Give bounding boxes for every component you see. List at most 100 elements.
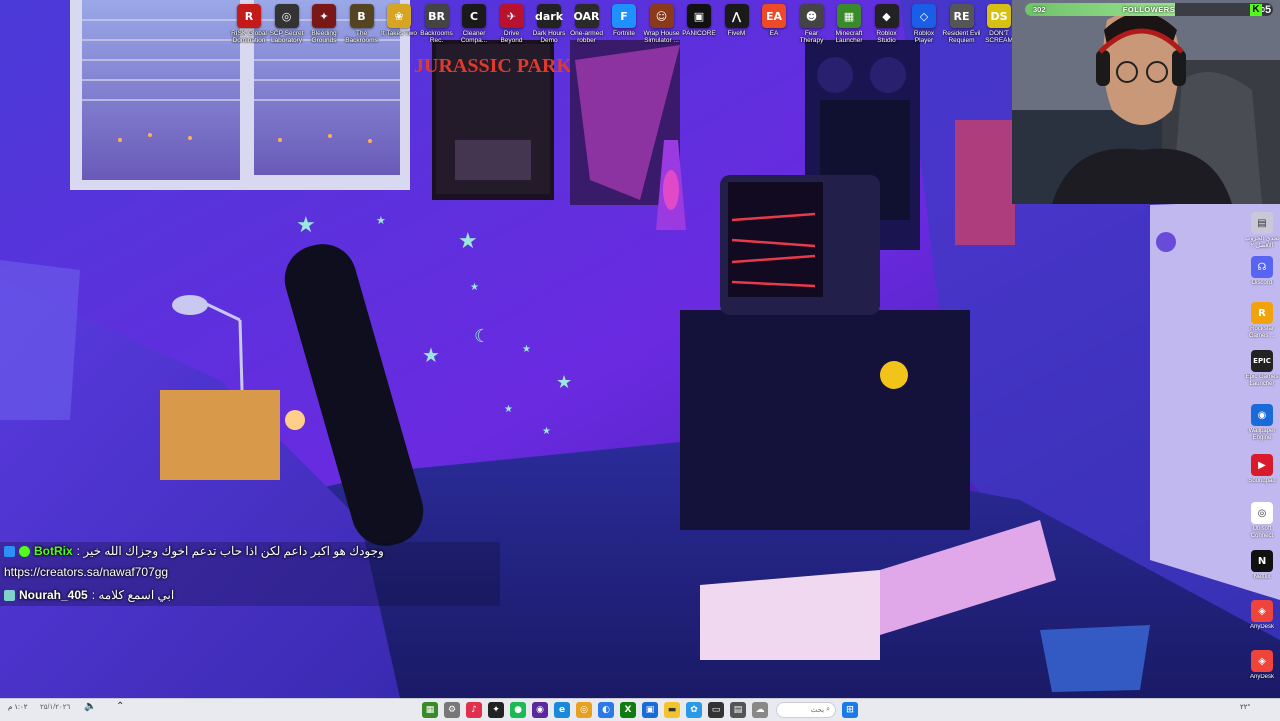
cat-taskbar-icon[interactable]: ☁ [752, 702, 768, 718]
bleed-icon: ✦ [312, 4, 336, 28]
desktop-shortcut-label: EA [769, 30, 779, 37]
svg-text:★: ★ [458, 228, 478, 253]
edge-taskbar-icon[interactable]: e [554, 702, 570, 718]
app-dark-taskbar-icon[interactable]: ✦ [488, 702, 504, 718]
desktop-shortcut-label: Backrooms Rec. [420, 30, 453, 44]
desktop-shortcut-label: AnyDesk [1249, 624, 1274, 630]
verified-badge-icon [19, 545, 30, 557]
ea-icon: EA [762, 4, 786, 28]
desktop-shortcut[interactable]: ◎ Ubisoft Connect [1244, 502, 1280, 546]
desktop-shortcut-label: Wrap House Simulator ... [643, 30, 680, 44]
app2-taskbar-icon[interactable]: ▤ [730, 702, 746, 718]
rockstar-icon: R [1251, 302, 1273, 324]
desktop-shortcut[interactable]: OAR One-armed robber [568, 4, 606, 50]
weather-widget[interactable]: ٢٢° [1240, 703, 1250, 711]
spotify-taskbar-icon[interactable]: ● [510, 702, 526, 718]
re-icon: RE [949, 4, 974, 28]
browser-taskbar-icon[interactable]: ◐ [598, 702, 614, 718]
xbox-taskbar-icon[interactable]: X [620, 702, 636, 718]
risk-icon: R [237, 4, 261, 28]
desktop-shortcut[interactable]: ☊ Discord [1244, 256, 1280, 300]
chat-text: وجودك هو اكبر داعم لكن اذا حاب تدعم اخوك… [76, 544, 384, 558]
desktop-shortcut-label: RISK Global Domination [231, 30, 267, 44]
desktop-shortcut[interactable]: ◉ Wallpaper Engine [1244, 404, 1280, 448]
desktop-shortcut[interactable]: R RISK Global Domination [230, 4, 268, 50]
desktop-shortcut-label: Fortnite [612, 30, 636, 37]
chevron-up-icon[interactable]: ⌃ [116, 701, 124, 712]
drive-icon: ✈ [499, 4, 524, 28]
desktop-shortcut[interactable]: C Cleaner Compa... [455, 4, 493, 50]
dontscream-icon: DS [987, 4, 1011, 28]
chat-username: BotRix [34, 544, 73, 558]
chat-overlay: BotRix وجودك هو اكبر داعم لكن اذا حاب تد… [0, 542, 500, 606]
desktop-shortcut[interactable]: N Netflix [1244, 550, 1280, 594]
desktop-shortcut[interactable]: R Rockstar Games ... [1244, 302, 1280, 346]
netflix-icon: N [1251, 550, 1273, 572]
desktop-shortcut[interactable]: RE Resident Evil Requiem [943, 4, 981, 50]
desktop-shortcut-label: Drive Beyond Horizons [500, 30, 523, 44]
desktop-shortcut-label: Roblox Player [913, 30, 935, 44]
desktop-shortcut[interactable]: ☻ Fear Therapy [793, 4, 831, 50]
desktop-shortcut-label: AnyDesk [1249, 674, 1274, 680]
fivem-icon: ⋀ [724, 4, 749, 28]
app-red-taskbar-icon[interactable]: ♪ [466, 702, 482, 718]
chat-message: BotRix وجودك هو اكبر داعم لكن اذا حاب تد… [4, 544, 384, 558]
desktop-shortcut-label: Wallpaper Engine [1248, 428, 1276, 441]
desktop-shortcut-label: One-armed robber [570, 30, 603, 44]
start-button[interactable]: ⊞ [842, 702, 858, 718]
svg-text:JURASSIC PARK: JURASSIC PARK [414, 55, 572, 77]
desktop-shortcut[interactable]: ▣ PANICORE [680, 4, 718, 50]
desktop-shortcut[interactable]: F Fortnite [605, 4, 643, 50]
terminal-taskbar-icon[interactable]: ▭ [708, 702, 724, 718]
desktop-shortcut[interactable]: ▤ تحدي الجروب الأفضل ٢ [1244, 212, 1280, 256]
desktop-shortcut[interactable]: ☺ Wrap House Simulator ... [643, 4, 681, 50]
desktop-shortcut-label: Fear Therapy [799, 30, 824, 44]
folder-taskbar-icon[interactable]: ▬ [664, 702, 680, 718]
desktop-shortcut[interactable]: ❀ It Takes Two [380, 4, 418, 50]
chrome-taskbar-icon[interactable]: ◎ [576, 702, 592, 718]
svg-text:★: ★ [470, 282, 479, 293]
chat-badge-icon [4, 545, 15, 557]
desktop-shortcut-label: SCP Secret Laboratory [269, 30, 304, 44]
tray-time[interactable]: ١:٠٢ م [8, 703, 28, 711]
search-input[interactable]: بحث ⌕ [776, 702, 836, 718]
desktop-shortcut-label: The Backrooms [345, 30, 378, 44]
search-label: بحث [810, 707, 825, 714]
desktop-shortcut[interactable]: EPIC Epic Games Launcher [1244, 350, 1280, 394]
chat-text: ابي اسمع كلامه : [91, 588, 175, 602]
volume-icon[interactable]: 🔈 [84, 701, 96, 712]
wallpaperengine-icon: ◉ [1251, 404, 1273, 426]
desktop-shortcut[interactable]: B The Backrooms [343, 4, 381, 50]
discord-icon: ☊ [1251, 256, 1273, 278]
fortnite-icon: F [612, 4, 636, 28]
desktop-shortcut-label: Bleeding Grounds [311, 30, 337, 44]
tray-date[interactable]: ٢٥/١/٢٠٢٦ [40, 703, 70, 711]
desktop-shortcut[interactable]: ⋀ FiveM [718, 4, 756, 50]
desktop-shortcut[interactable]: ✦ Bleeding Grounds [305, 4, 343, 50]
desktop-shortcut[interactable]: dark Dark Hours Demo [530, 4, 568, 50]
desktop-shortcut[interactable]: ◇ Roblox Player [905, 4, 943, 50]
chat-message: Nourah_405 ابي اسمع كلامه : [4, 588, 174, 602]
desktop-shortcut-label: PANICORE [682, 30, 716, 37]
store-taskbar-icon[interactable]: ▣ [642, 702, 658, 718]
kick-viewers-badge: K 5 [1250, 3, 1271, 16]
desktop-shortcut[interactable]: EA EA [755, 4, 793, 50]
desktop-shortcut-label: It Takes Two [381, 30, 417, 37]
obs-taskbar-icon[interactable]: ◉ [532, 702, 548, 718]
panicore-icon: ▣ [687, 4, 711, 28]
desktop-shortcut[interactable]: ◆ Roblox Studio [868, 4, 906, 50]
settings-taskbar-icon[interactable]: ⚙ [444, 702, 460, 718]
robloxstudio-icon: ◆ [874, 4, 899, 28]
desktop-shortcut[interactable]: ◈ AnyDesk [1244, 650, 1280, 694]
desktop-shortcut[interactable]: ◎ SCP Secret Laboratory [268, 4, 306, 50]
desktop-shortcut[interactable]: ▶ Soundpad [1244, 454, 1280, 498]
desktop-shortcut[interactable]: BR Backrooms Rec. [418, 4, 456, 50]
desktop-shortcut[interactable]: ✈ Drive Beyond Horizons [493, 4, 531, 50]
minecraft-taskbar-icon[interactable]: ▦ [422, 702, 438, 718]
br-icon: BR [424, 4, 449, 28]
desktop-shortcut-label: FiveM [727, 30, 746, 37]
cleaner-icon: C [462, 4, 486, 28]
desktop-shortcut[interactable]: ▦ Minecraft Launcher [830, 4, 868, 50]
photos-taskbar-icon[interactable]: ✿ [686, 702, 702, 718]
desktop-shortcut[interactable]: ◈ AnyDesk [1244, 600, 1280, 644]
